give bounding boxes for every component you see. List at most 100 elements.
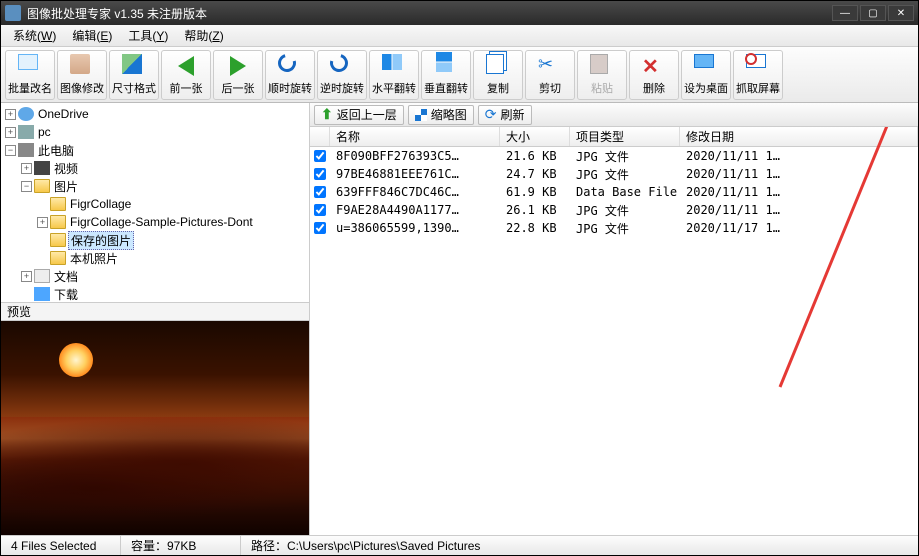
tree-node-camera-roll[interactable]: 本机照片 [3, 249, 307, 267]
user-icon [18, 125, 34, 139]
status-path: 路径： C:\Users\pc\Pictures\Saved Pictures [241, 536, 918, 555]
folder-tree[interactable]: + OneDrive + pc − 此电脑 + 视频 [1, 103, 309, 303]
tree-node-documents[interactable]: + 文档 [3, 267, 307, 285]
rotate-ccw-button[interactable]: 逆时旋转 [317, 50, 367, 100]
expander-icon[interactable]: + [5, 127, 16, 138]
refresh-icon: ⟳ [485, 106, 497, 123]
copy-icon [486, 54, 510, 78]
file-type: JPG 文件 [570, 166, 680, 183]
face-icon [70, 54, 94, 78]
tree-node-this-pc[interactable]: − 此电脑 [3, 141, 307, 159]
maximize-button[interactable]: ▢ [860, 5, 886, 21]
tree-node-downloads[interactable]: 下载 [3, 285, 307, 303]
file-row[interactable]: u=386065599,1390…22.8 KBJPG 文件2020/11/17… [310, 219, 918, 237]
tree-node-onedrive[interactable]: + OneDrive [3, 105, 307, 123]
arrow-r-icon [226, 54, 250, 78]
expander-icon[interactable]: + [21, 271, 32, 282]
column-check[interactable] [310, 127, 330, 146]
tool-label: 抓取屏幕 [736, 80, 780, 96]
menu-编辑[interactable]: 编辑(E) [66, 25, 118, 46]
thumbnail-button[interactable]: 缩略图 [408, 105, 474, 125]
file-type: Data Base File [570, 185, 680, 199]
file-type: JPG 文件 [570, 148, 680, 165]
expander-icon[interactable]: + [37, 217, 48, 228]
folder-icon [50, 197, 66, 211]
file-name: 97BE46881EEE761C… [330, 167, 500, 181]
tool-label: 粘贴 [591, 80, 613, 96]
file-list[interactable]: 名称 大小 项目类型 修改日期 8F090BFF276393C5…21.6 KB… [310, 127, 918, 535]
column-name[interactable]: 名称 [330, 127, 500, 146]
tool-label: 逆时旋转 [320, 80, 364, 96]
folder-icon [50, 233, 66, 247]
sub-toolbar: ⬆ 返回上一层 缩略图 ⟳ 刷新 [310, 103, 918, 127]
menu-帮助[interactable]: 帮助(Z) [178, 25, 229, 46]
tree-node-figrcollage[interactable]: FigrCollage [3, 195, 307, 213]
expander-icon[interactable]: + [21, 163, 32, 174]
set-desktop-button[interactable]: 设为桌面 [681, 50, 731, 100]
column-type[interactable]: 项目类型 [570, 127, 680, 146]
rotate-cw-icon [278, 54, 302, 78]
expander-icon[interactable]: − [5, 145, 16, 156]
file-checkbox[interactable] [314, 150, 326, 162]
file-checkbox[interactable] [314, 168, 326, 180]
preview-label: 预览 [7, 303, 31, 320]
app-window: 图像批处理专家 v1.35 未注册版本 — ▢ ✕ 系统(W)编辑(E)工具(Y… [0, 0, 919, 556]
tree-node-pictures[interactable]: − 图片 [3, 177, 307, 195]
file-type: JPG 文件 [570, 202, 680, 219]
close-button[interactable]: ✕ [888, 5, 914, 21]
minimize-button[interactable]: — [832, 5, 858, 21]
paste-icon [590, 54, 614, 78]
next-image-button[interactable]: 后一张 [213, 50, 263, 100]
file-checkbox[interactable] [314, 186, 326, 198]
flip-h-button[interactable]: 水平翻转 [369, 50, 419, 100]
tree-node-figrcollage-sample[interactable]: + FigrCollage-Sample-Pictures-Dont [3, 213, 307, 231]
tree-node-videos[interactable]: + 视频 [3, 159, 307, 177]
tree-label: FigrCollage-Sample-Pictures-Dont [68, 215, 255, 229]
capture-icon [746, 54, 770, 78]
expander-icon[interactable]: + [5, 109, 16, 120]
column-size[interactable]: 大小 [500, 127, 570, 146]
cut-button[interactable]: ✂剪切 [525, 50, 575, 100]
menu-系统[interactable]: 系统(W) [7, 25, 62, 46]
tool-label: 批量改名 [8, 80, 52, 96]
file-size: 22.8 KB [500, 221, 570, 235]
copy-button[interactable]: 复制 [473, 50, 523, 100]
column-date[interactable]: 修改日期 [680, 127, 918, 146]
capture-screen-button[interactable]: 抓取屏幕 [733, 50, 783, 100]
rotate-cw-button[interactable]: 顺时旋转 [265, 50, 315, 100]
flip-v-button[interactable]: 垂直翻转 [421, 50, 471, 100]
file-checkbox[interactable] [314, 204, 326, 216]
tree-node-saved-pictures[interactable]: 保存的图片 [3, 231, 307, 249]
refresh-button[interactable]: ⟳ 刷新 [478, 105, 532, 125]
paste-button[interactable]: 粘贴 [577, 50, 627, 100]
folder-icon [50, 251, 66, 265]
batch-rename-button[interactable]: 批量改名 [5, 50, 55, 100]
tool-label: 前一张 [170, 80, 203, 96]
tree-label: 视频 [52, 160, 80, 177]
menu-工具[interactable]: 工具(Y) [122, 25, 174, 46]
button-label: 缩略图 [431, 106, 467, 123]
file-row[interactable]: 639FFF846C7DC46C…61.9 KBData Base File20… [310, 183, 918, 201]
tool-label: 复制 [487, 80, 509, 96]
tree-label: 此电脑 [36, 142, 76, 159]
tool-label: 设为桌面 [684, 80, 728, 96]
file-size: 24.7 KB [500, 167, 570, 181]
file-row[interactable]: 97BE46881EEE761C…24.7 KBJPG 文件2020/11/11… [310, 165, 918, 183]
up-one-level-button[interactable]: ⬆ 返回上一层 [314, 105, 404, 125]
delete-button[interactable]: ✕删除 [629, 50, 679, 100]
expander-icon[interactable]: − [21, 181, 32, 192]
image-edit-button[interactable]: 图像修改 [57, 50, 107, 100]
file-checkbox[interactable] [314, 222, 326, 234]
size-format-button[interactable]: 尺寸格式 [109, 50, 159, 100]
file-row[interactable]: 8F090BFF276393C5…21.6 KBJPG 文件2020/11/11… [310, 147, 918, 165]
file-date: 2020/11/11 1… [680, 185, 918, 199]
tree-node-pc[interactable]: + pc [3, 123, 307, 141]
file-row[interactable]: F9AE28A4490A1177…26.1 KBJPG 文件2020/11/11… [310, 201, 918, 219]
tree-label: 图片 [52, 178, 80, 195]
file-size: 26.1 KB [500, 203, 570, 217]
thumbnail-icon [415, 109, 427, 121]
tree-label: pc [36, 125, 53, 139]
button-label: 返回上一层 [337, 106, 397, 123]
button-label: 刷新 [501, 106, 525, 123]
prev-image-button[interactable]: 前一张 [161, 50, 211, 100]
